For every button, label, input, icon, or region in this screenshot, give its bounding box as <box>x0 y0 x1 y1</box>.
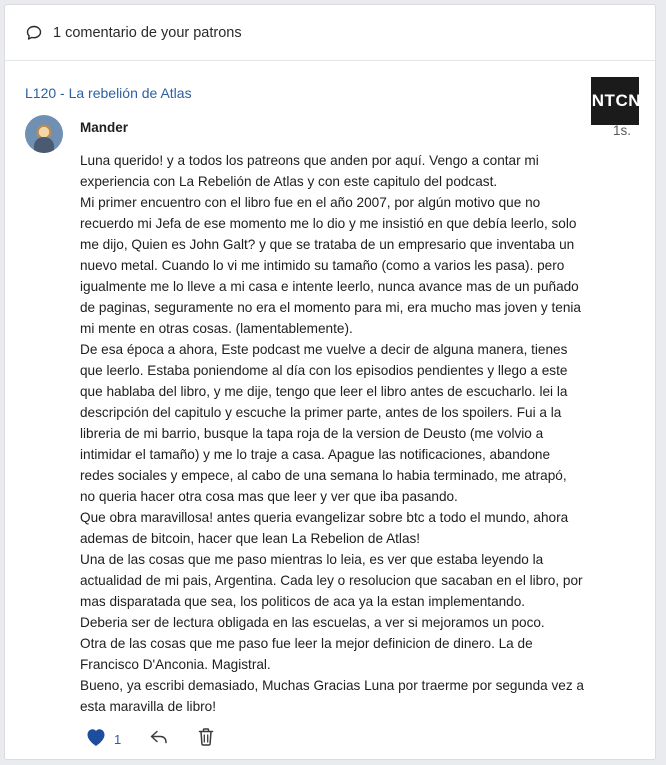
post-title-link[interactable]: L120 - La rebelión de Atlas <box>25 85 192 101</box>
heart-icon <box>85 727 107 752</box>
comment-timestamp: 1s. <box>612 123 631 138</box>
comment-paragraph: Deberia ser de lectura obligada en las e… <box>80 615 545 630</box>
trash-icon <box>197 727 215 752</box>
like-button[interactable]: 1 <box>85 727 121 752</box>
delete-button[interactable] <box>197 727 215 752</box>
comment-actions: 1 <box>85 727 215 751</box>
avatar[interactable] <box>25 115 63 153</box>
comments-header: 1 comentario de your patrons <box>5 5 655 61</box>
comment-paragraph: Mi primer encuentro con el libro fue en … <box>80 195 581 336</box>
post-thumbnail[interactable]: ANTCN <box>591 77 639 125</box>
comment-paragraph: Una de las cosas que me paso mientras lo… <box>80 552 583 609</box>
comment-paragraph: De esa época a ahora, Este podcast me vu… <box>80 342 568 504</box>
comment-body: Luna querido! y a todos los patreons que… <box>80 150 585 717</box>
reply-arrow-icon <box>149 728 169 751</box>
speech-bubble-icon <box>25 24 43 42</box>
reply-button[interactable] <box>149 728 169 751</box>
comment-paragraph: Luna querido! y a todos los patreons que… <box>80 153 539 189</box>
comment-paragraph: Bueno, ya escribi demasiado, Muchas Grac… <box>80 678 584 714</box>
comment-paragraph: Que obra maravillosa! antes queria evang… <box>80 510 569 546</box>
comment-author[interactable]: Mander <box>80 120 128 135</box>
post-thumbnail-text: ANTCN <box>591 91 639 110</box>
comment-paragraph: Otra de las cosas que me paso fue leer l… <box>80 636 533 672</box>
comments-card: 1 comentario de your patrons L120 - La r… <box>4 4 656 760</box>
like-count: 1 <box>114 731 122 747</box>
comment-count-label: 1 comentario de your patrons <box>53 24 242 41</box>
